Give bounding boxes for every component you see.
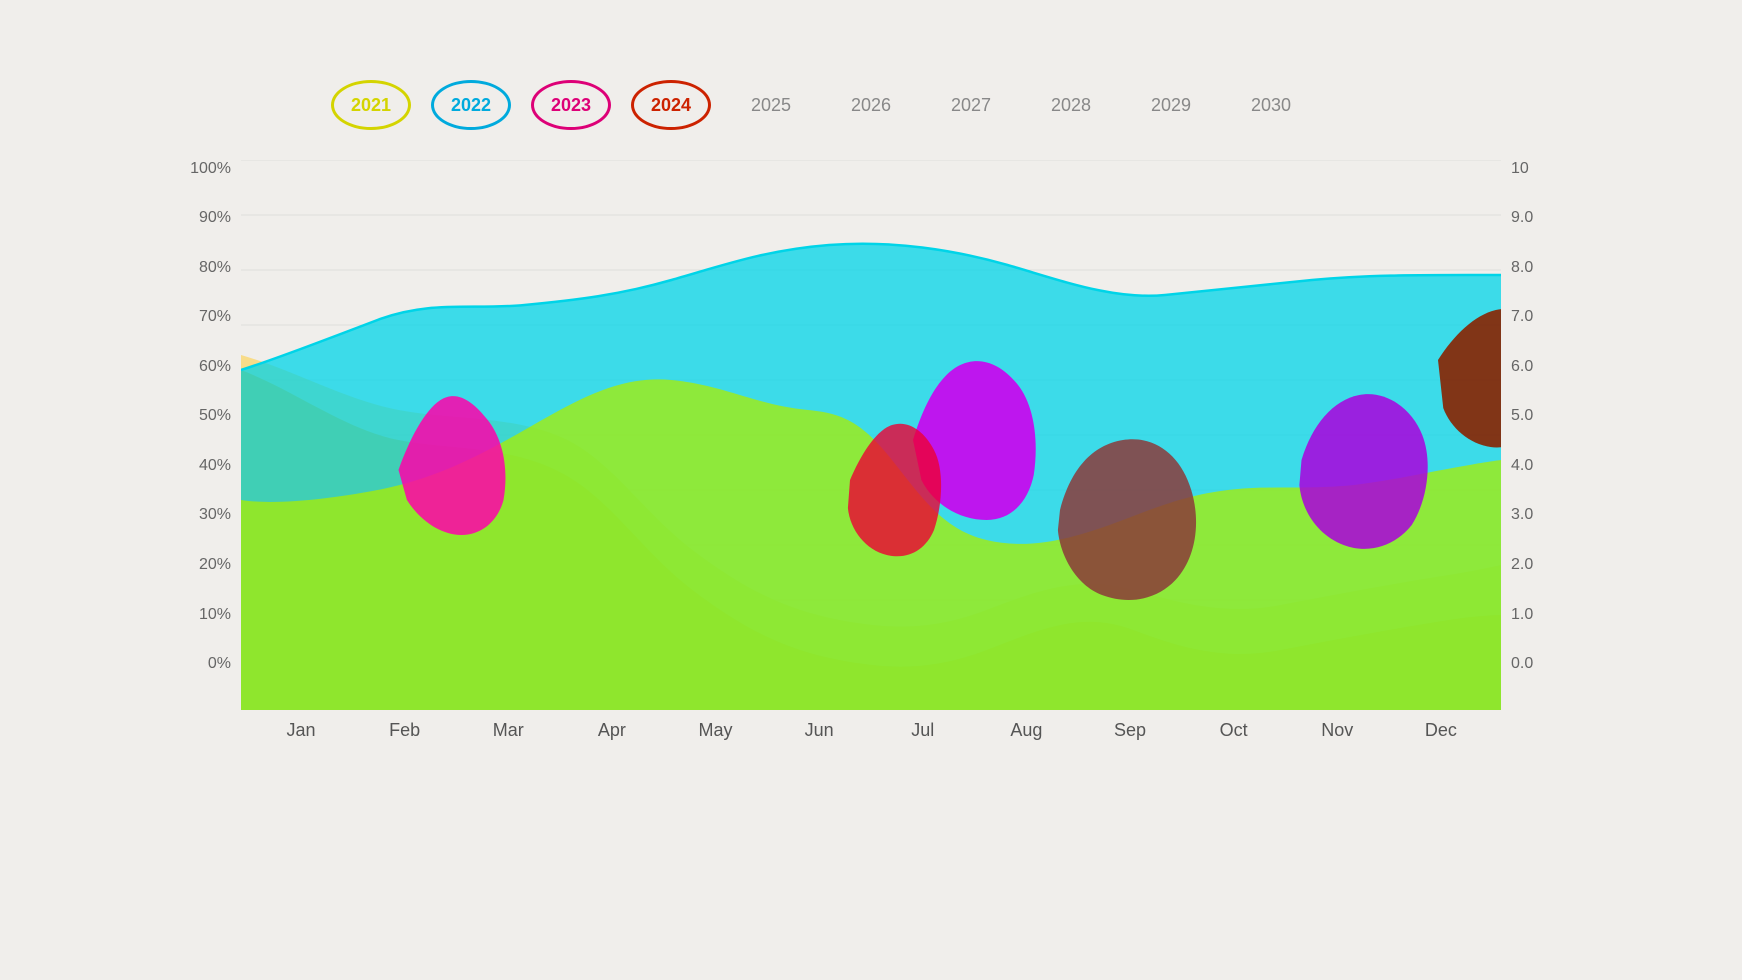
legend-2022[interactable]: 2022 (431, 80, 511, 130)
y-label-right-5: 5.0 (1511, 407, 1533, 425)
chart-container: 2021 2022 2023 2024 2025 2026 2027 2028 … (171, 80, 1571, 900)
y-axis-right: 10 9.0 8.0 7.0 6.0 5.0 4.0 3.0 2.0 1.0 0… (1501, 160, 1571, 710)
y-label-90: 90% (199, 209, 231, 227)
y-label-right-10: 10 (1511, 160, 1529, 178)
legend: 2021 2022 2023 2024 2025 2026 2027 2028 … (171, 80, 1571, 130)
legend-2028[interactable]: 2028 (1031, 80, 1111, 130)
x-axis: Jan Feb Mar Apr May Jun Jul Aug Sep Oct … (241, 710, 1501, 741)
y-label-right-2: 2.0 (1511, 556, 1533, 574)
y-label-20: 20% (199, 556, 231, 574)
y-label-50: 50% (199, 407, 231, 425)
y-label-10: 10% (199, 606, 231, 624)
x-label-jun: Jun (779, 720, 859, 741)
legend-2026[interactable]: 2026 (831, 80, 911, 130)
x-label-jul: Jul (883, 720, 963, 741)
legend-2027[interactable]: 2027 (931, 80, 1011, 130)
svg-chart (241, 160, 1501, 710)
y-label-40: 40% (199, 457, 231, 475)
x-label-mar: Mar (468, 720, 548, 741)
x-label-dec: Dec (1401, 720, 1481, 741)
x-label-nov: Nov (1297, 720, 1377, 741)
y-label-right-1: 1.0 (1511, 606, 1533, 624)
legend-2030[interactable]: 2030 (1231, 80, 1311, 130)
y-label-100: 100% (190, 160, 231, 178)
y-label-0: 0% (208, 655, 231, 673)
legend-2029[interactable]: 2029 (1131, 80, 1211, 130)
legend-2024[interactable]: 2024 (631, 80, 711, 130)
x-label-oct: Oct (1194, 720, 1274, 741)
chart-area: 100% 90% 80% 70% 60% 50% 40% 30% 20% 10%… (171, 160, 1571, 710)
y-label-right-9: 9.0 (1511, 209, 1533, 227)
legend-2023[interactable]: 2023 (531, 80, 611, 130)
x-label-jan: Jan (261, 720, 341, 741)
x-label-feb: Feb (365, 720, 445, 741)
y-axis-left: 100% 90% 80% 70% 60% 50% 40% 30% 20% 10%… (171, 160, 241, 710)
y-label-30: 30% (199, 506, 231, 524)
y-label-60: 60% (199, 358, 231, 376)
x-label-apr: Apr (572, 720, 652, 741)
y-label-right-4: 4.0 (1511, 457, 1533, 475)
y-label-right-8: 8.0 (1511, 259, 1533, 277)
x-label-may: May (676, 720, 756, 741)
y-label-right-0: 0.0 (1511, 655, 1533, 673)
x-label-sep: Sep (1090, 720, 1170, 741)
legend-2021[interactable]: 2021 (331, 80, 411, 130)
legend-2025[interactable]: 2025 (731, 80, 811, 130)
y-label-right-6: 6.0 (1511, 358, 1533, 376)
y-label-70: 70% (199, 308, 231, 326)
y-label-right-3: 3.0 (1511, 506, 1533, 524)
y-label-right-7: 7.0 (1511, 308, 1533, 326)
y-label-80: 80% (199, 259, 231, 277)
x-label-aug: Aug (986, 720, 1066, 741)
